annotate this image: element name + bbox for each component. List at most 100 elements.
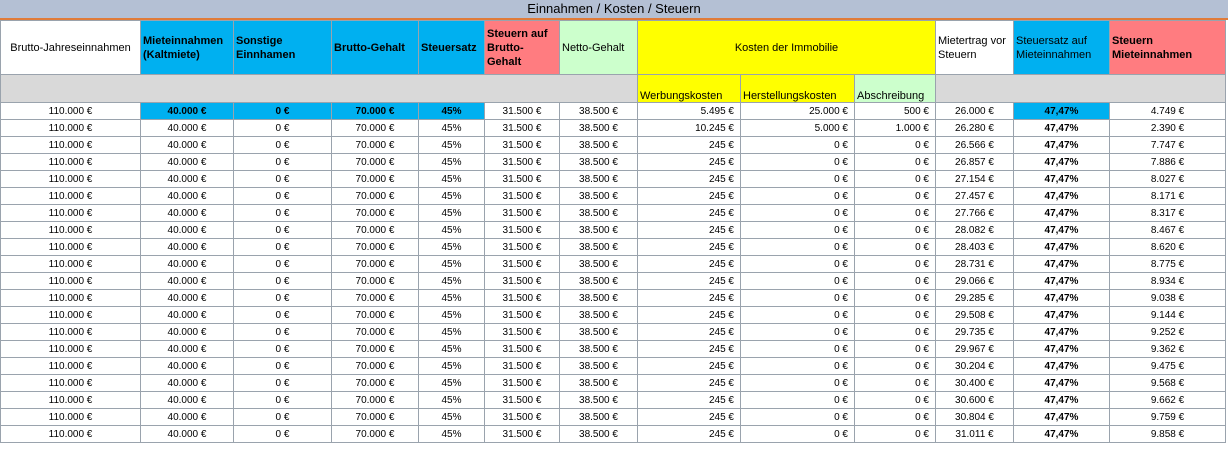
cell-netto-gehalt[interactable]: 38.500 € — [559, 425, 638, 443]
cell-steuersatz-miete[interactable]: 47,47% — [1013, 153, 1110, 171]
cell-mietertrag[interactable]: 28.731 € — [935, 255, 1014, 273]
cell-steuersatz-miete[interactable]: 47,47% — [1013, 221, 1110, 239]
cell-brutto-jahreseinnahmen[interactable]: 110.000 € — [0, 221, 141, 239]
cell-sonstige-einnahmen[interactable]: 0 € — [233, 170, 332, 188]
cell-brutto-gehalt[interactable]: 70.000 € — [331, 323, 419, 341]
cell-mieteinnahmen[interactable]: 40.000 € — [140, 323, 234, 341]
cell-brutto-gehalt[interactable]: 70.000 € — [331, 136, 419, 154]
cell-steuern-mieteinnahmen[interactable]: 8.934 € — [1109, 272, 1226, 290]
cell-mietertrag[interactable]: 29.967 € — [935, 340, 1014, 358]
cell-steuern-brutto-gehalt[interactable]: 31.500 € — [484, 408, 560, 426]
cell-abschreibung[interactable]: 0 € — [854, 204, 936, 222]
cell-abschreibung[interactable]: 1.000 € — [854, 119, 936, 137]
cell-sonstige-einnahmen[interactable]: 0 € — [233, 204, 332, 222]
cell-steuersatz[interactable]: 45% — [418, 391, 485, 409]
cell-steuern-brutto-gehalt[interactable]: 31.500 € — [484, 102, 560, 120]
cell-netto-gehalt[interactable]: 38.500 € — [559, 340, 638, 358]
cell-mieteinnahmen[interactable]: 40.000 € — [140, 289, 234, 307]
cell-steuersatz-miete[interactable]: 47,47% — [1013, 238, 1110, 256]
cell-brutto-jahreseinnahmen[interactable]: 110.000 € — [0, 170, 141, 188]
cell-sonstige-einnahmen[interactable]: 0 € — [233, 255, 332, 273]
header-brutto-jahreseinnahmen[interactable]: Brutto-Jahreseinnahmen — [0, 20, 141, 75]
cell-werbungskosten[interactable]: 245 € — [637, 136, 741, 154]
cell-mietertrag[interactable]: 30.400 € — [935, 374, 1014, 392]
cell-herstellungskosten[interactable]: 0 € — [740, 255, 855, 273]
cell-steuersatz-miete[interactable]: 47,47% — [1013, 170, 1110, 188]
cell-werbungskosten[interactable]: 245 € — [637, 289, 741, 307]
cell-brutto-gehalt[interactable]: 70.000 € — [331, 153, 419, 171]
header-sonstige-einnahmen[interactable]: Sonstige Einnhamen — [233, 20, 332, 75]
cell-brutto-jahreseinnahmen[interactable]: 110.000 € — [0, 374, 141, 392]
cell-herstellungskosten[interactable]: 0 € — [740, 391, 855, 409]
cell-mieteinnahmen[interactable]: 40.000 € — [140, 204, 234, 222]
cell-mietertrag[interactable]: 29.735 € — [935, 323, 1014, 341]
cell-steuern-mieteinnahmen[interactable]: 8.171 € — [1109, 187, 1226, 205]
cell-werbungskosten[interactable]: 245 € — [637, 272, 741, 290]
header-werbungskosten[interactable]: Werbungskosten — [637, 74, 741, 103]
cell-mieteinnahmen[interactable]: 40.000 € — [140, 357, 234, 375]
cell-steuern-brutto-gehalt[interactable]: 31.500 € — [484, 357, 560, 375]
cell-steuern-mieteinnahmen[interactable]: 8.027 € — [1109, 170, 1226, 188]
cell-abschreibung[interactable]: 0 € — [854, 374, 936, 392]
cell-steuern-mieteinnahmen[interactable]: 8.317 € — [1109, 204, 1226, 222]
cell-netto-gehalt[interactable]: 38.500 € — [559, 272, 638, 290]
cell-steuersatz[interactable]: 45% — [418, 136, 485, 154]
cell-steuern-brutto-gehalt[interactable]: 31.500 € — [484, 119, 560, 137]
cell-steuersatz[interactable]: 45% — [418, 323, 485, 341]
header-herstellungskosten[interactable]: Herstellungskosten — [740, 74, 855, 103]
cell-herstellungskosten[interactable]: 0 € — [740, 204, 855, 222]
cell-mieteinnahmen[interactable]: 40.000 € — [140, 391, 234, 409]
cell-steuern-brutto-gehalt[interactable]: 31.500 € — [484, 391, 560, 409]
cell-netto-gehalt[interactable]: 38.500 € — [559, 391, 638, 409]
cell-sonstige-einnahmen[interactable]: 0 € — [233, 102, 332, 120]
cell-abschreibung[interactable]: 0 € — [854, 255, 936, 273]
cell-steuersatz[interactable]: 45% — [418, 374, 485, 392]
cell-steuersatz-miete[interactable]: 47,47% — [1013, 357, 1110, 375]
cell-sonstige-einnahmen[interactable]: 0 € — [233, 272, 332, 290]
cell-netto-gehalt[interactable]: 38.500 € — [559, 323, 638, 341]
cell-mietertrag[interactable]: 27.154 € — [935, 170, 1014, 188]
cell-steuern-brutto-gehalt[interactable]: 31.500 € — [484, 170, 560, 188]
cell-abschreibung[interactable]: 0 € — [854, 289, 936, 307]
cell-mieteinnahmen[interactable]: 40.000 € — [140, 102, 234, 120]
cell-mieteinnahmen[interactable]: 40.000 € — [140, 408, 234, 426]
cell-werbungskosten[interactable]: 245 € — [637, 306, 741, 324]
cell-werbungskosten[interactable]: 245 € — [637, 170, 741, 188]
cell-steuern-mieteinnahmen[interactable]: 4.749 € — [1109, 102, 1226, 120]
cell-steuersatz-miete[interactable]: 47,47% — [1013, 289, 1110, 307]
cell-steuern-mieteinnahmen[interactable]: 9.252 € — [1109, 323, 1226, 341]
cell-brutto-jahreseinnahmen[interactable]: 110.000 € — [0, 255, 141, 273]
cell-brutto-jahreseinnahmen[interactable]: 110.000 € — [0, 306, 141, 324]
cell-brutto-jahreseinnahmen[interactable]: 110.000 € — [0, 408, 141, 426]
cell-steuersatz-miete[interactable]: 47,47% — [1013, 272, 1110, 290]
cell-mietertrag[interactable]: 30.804 € — [935, 408, 1014, 426]
cell-steuern-mieteinnahmen[interactable]: 9.858 € — [1109, 425, 1226, 443]
cell-brutto-jahreseinnahmen[interactable]: 110.000 € — [0, 136, 141, 154]
cell-sonstige-einnahmen[interactable]: 0 € — [233, 391, 332, 409]
header-netto-gehalt[interactable]: Netto-Gehalt — [559, 20, 638, 75]
cell-steuern-mieteinnahmen[interactable]: 9.038 € — [1109, 289, 1226, 307]
cell-werbungskosten[interactable]: 245 € — [637, 187, 741, 205]
cell-steuersatz[interactable]: 45% — [418, 238, 485, 256]
cell-mieteinnahmen[interactable]: 40.000 € — [140, 306, 234, 324]
cell-steuern-mieteinnahmen[interactable]: 9.144 € — [1109, 306, 1226, 324]
cell-steuersatz[interactable]: 45% — [418, 408, 485, 426]
cell-brutto-jahreseinnahmen[interactable]: 110.000 € — [0, 323, 141, 341]
cell-mieteinnahmen[interactable]: 40.000 € — [140, 238, 234, 256]
cell-mietertrag[interactable]: 30.204 € — [935, 357, 1014, 375]
cell-steuersatz-miete[interactable]: 47,47% — [1013, 306, 1110, 324]
cell-herstellungskosten[interactable]: 0 € — [740, 153, 855, 171]
cell-netto-gehalt[interactable]: 38.500 € — [559, 408, 638, 426]
cell-sonstige-einnahmen[interactable]: 0 € — [233, 289, 332, 307]
cell-steuersatz-miete[interactable]: 47,47% — [1013, 102, 1110, 120]
cell-sonstige-einnahmen[interactable]: 0 € — [233, 323, 332, 341]
cell-herstellungskosten[interactable]: 25.000 € — [740, 102, 855, 120]
cell-werbungskosten[interactable]: 245 € — [637, 357, 741, 375]
cell-steuersatz[interactable]: 45% — [418, 255, 485, 273]
cell-mieteinnahmen[interactable]: 40.000 € — [140, 136, 234, 154]
cell-herstellungskosten[interactable]: 0 € — [740, 306, 855, 324]
cell-netto-gehalt[interactable]: 38.500 € — [559, 102, 638, 120]
cell-abschreibung[interactable]: 0 € — [854, 170, 936, 188]
cell-herstellungskosten[interactable]: 0 € — [740, 136, 855, 154]
cell-brutto-jahreseinnahmen[interactable]: 110.000 € — [0, 153, 141, 171]
